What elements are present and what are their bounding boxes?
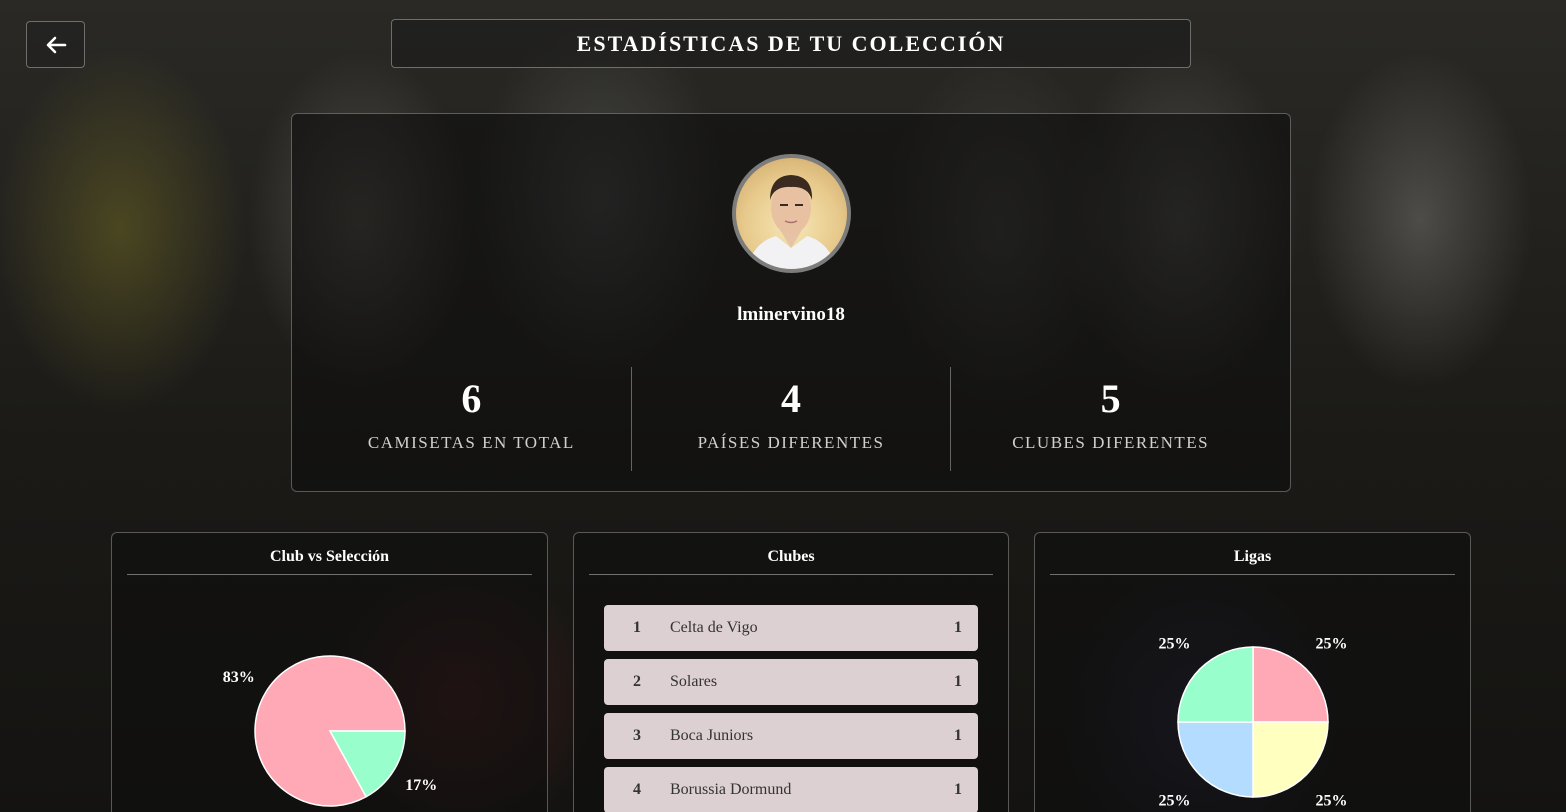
avatar xyxy=(732,154,851,273)
pie-slice xyxy=(1177,721,1254,798)
club-rank: 3 xyxy=(633,727,641,744)
panel-title: Ligas xyxy=(1050,533,1455,575)
panel-title: Club vs Selección xyxy=(127,533,532,575)
stat-value: 5 xyxy=(1100,376,1121,421)
club-count: 1 xyxy=(954,781,962,798)
pie-slice-label: 25% xyxy=(1315,792,1347,809)
pie-slice xyxy=(1252,721,1329,798)
pie-slice-label: 17% xyxy=(405,777,437,794)
pie-slice xyxy=(1177,646,1254,723)
pie-slice xyxy=(1252,646,1329,723)
stat-label: PAÍSES DIFERENTES xyxy=(697,433,885,452)
back-button[interactable] xyxy=(26,21,85,68)
list-item[interactable]: 1 Celta de Vigo 1 xyxy=(604,605,978,651)
stat-label: CAMISETAS EN TOTAL xyxy=(367,433,575,452)
pie-slice-label: 25% xyxy=(1159,636,1191,653)
page-title-box: ESTADÍSTICAS DE TU COLECCIÓN xyxy=(391,19,1191,68)
stat-value: 6 xyxy=(461,376,482,421)
club-vs-seleccion-pie-chart: 83% 17% xyxy=(223,655,437,807)
clubes-panel: Clubes 1 Celta de Vigo 1 2 Solares 1 3 B… xyxy=(573,532,1009,812)
stats-row: 6 CAMISETAS EN TOTAL 4 PAÍSES DIFERENTES… xyxy=(312,367,1270,471)
avatar-portrait xyxy=(746,175,837,269)
stat-countries: 4 PAÍSES DIFERENTES xyxy=(630,367,951,471)
list-item[interactable]: 3 Boca Juniors 1 xyxy=(604,713,978,759)
arrow-left-icon xyxy=(46,36,66,53)
club-name: Celta de Vigo xyxy=(670,619,758,636)
stat-total-shirts: 6 CAMISETAS EN TOTAL xyxy=(312,367,631,471)
profile-card: lminervino18 6 CAMISETAS EN TOTAL 4 PAÍS… xyxy=(291,113,1291,492)
club-count: 1 xyxy=(954,673,962,690)
club-list: 1 Celta de Vigo 1 2 Solares 1 3 Boca Jun… xyxy=(604,605,978,812)
pie-slice-label: 83% xyxy=(223,669,255,686)
page-title: ESTADÍSTICAS DE TU COLECCIÓN xyxy=(576,30,1006,56)
club-name: Solares xyxy=(670,673,718,690)
username: lminervino18 xyxy=(737,304,845,325)
ligas-pie-chart: 25% 25% 25% 25% xyxy=(1159,636,1348,810)
club-rank: 2 xyxy=(633,673,641,690)
club-name: Boca Juniors xyxy=(670,727,754,744)
stat-label: CLUBES DIFERENTES xyxy=(1012,433,1210,452)
club-rank: 1 xyxy=(633,619,641,636)
club-rank: 4 xyxy=(633,781,641,798)
pie-slice-label: 25% xyxy=(1159,792,1191,809)
list-item[interactable]: 2 Solares 1 xyxy=(604,659,978,705)
club-count: 1 xyxy=(954,727,962,744)
ligas-panel: Ligas 25% 25% 25% 25% xyxy=(1034,532,1471,812)
club-count: 1 xyxy=(954,619,962,636)
panel-title: Clubes xyxy=(589,533,993,575)
club-name: Borussia Dormund xyxy=(670,781,792,798)
pie-slice-label: 25% xyxy=(1315,636,1347,653)
stat-value: 4 xyxy=(781,376,801,421)
club-vs-seleccion-panel: Club vs Selección 83% 17% xyxy=(111,532,548,812)
list-item[interactable]: 4 Borussia Dormund 1 xyxy=(604,767,978,812)
stat-clubs: 5 CLUBES DIFERENTES xyxy=(950,367,1270,471)
